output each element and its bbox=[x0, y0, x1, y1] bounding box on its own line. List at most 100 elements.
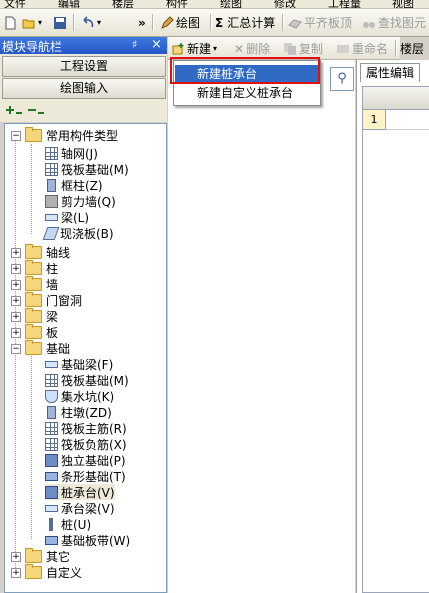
delete-button[interactable]: ✕ 删除 bbox=[234, 39, 270, 58]
new-component-button[interactable]: 新建 ▾ bbox=[171, 39, 217, 58]
beam-icon bbox=[45, 213, 58, 221]
tree-folder-slab[interactable]: 板 bbox=[25, 323, 58, 340]
toolbar-overflow-chevron[interactable]: » bbox=[138, 13, 146, 32]
menu-edit[interactable]: 编辑 bbox=[58, 0, 80, 8]
collapse-all-icon[interactable] bbox=[28, 105, 44, 117]
tree-item-foundation-beam[interactable]: 基础梁(F) bbox=[45, 356, 113, 372]
undo-button[interactable]: ▾ bbox=[81, 13, 101, 32]
tree-item-column-pier[interactable]: 柱墩(ZD) bbox=[45, 404, 112, 420]
isolated-foundation-icon bbox=[45, 453, 58, 467]
search-icon[interactable]: ⚲ bbox=[330, 67, 354, 91]
new-file-button[interactable] bbox=[3, 13, 19, 32]
folder-icon bbox=[25, 275, 42, 291]
menu-file[interactable]: 文件 bbox=[4, 0, 26, 8]
folder-icon bbox=[25, 259, 42, 275]
tree-folder-column[interactable]: 柱 bbox=[25, 259, 58, 276]
expand-toggle[interactable]: + bbox=[11, 248, 21, 258]
annotation-highlight-box bbox=[170, 57, 320, 84]
folder-open-icon bbox=[25, 339, 42, 355]
flatten-slab-top-button[interactable]: 平齐板顶 bbox=[288, 13, 352, 32]
tree-item-raft-negative-rebar[interactable]: 筏板负筋(X) bbox=[45, 436, 127, 452]
tree-item-raft-foundation[interactable]: 筏板基础(M) bbox=[45, 161, 129, 177]
slab-icon bbox=[42, 226, 60, 240]
tree-item-cast-slab[interactable]: 现浇板(B) bbox=[42, 225, 114, 241]
expand-toggle[interactable]: + bbox=[11, 296, 21, 306]
expand-toggle[interactable]: + bbox=[11, 264, 21, 274]
floor-button[interactable]: 楼层 bbox=[400, 39, 424, 58]
menu-modify[interactable]: 修改 bbox=[274, 0, 296, 8]
pile-icon bbox=[49, 517, 53, 531]
menu-component[interactable]: 构件 bbox=[166, 0, 188, 8]
expand-toggle[interactable]: + bbox=[11, 312, 21, 322]
main-rebar-icon bbox=[45, 421, 58, 435]
tree-item-axis-grid[interactable]: 轴网(J) bbox=[45, 145, 98, 161]
expand-toggle[interactable]: + bbox=[11, 280, 21, 290]
tree-item-strip-foundation[interactable]: 条形基础(T) bbox=[45, 468, 126, 484]
draw-button[interactable]: 绘图 bbox=[160, 13, 200, 32]
row-number: 1 bbox=[363, 110, 386, 130]
tree-folder-custom[interactable]: 自定义 bbox=[25, 563, 82, 580]
tree-item-shear-wall[interactable]: 剪力墙(Q) bbox=[45, 193, 116, 209]
tree-folder-other[interactable]: 其它 bbox=[25, 547, 70, 564]
raft-foundation-icon bbox=[45, 162, 58, 176]
menu-item-new-custom-pile-cap[interactable]: 新建自定义桩承台 bbox=[175, 84, 319, 103]
menu-floor[interactable]: 楼层 bbox=[112, 0, 134, 8]
tab-properties-edit[interactable]: 属性编辑 bbox=[360, 63, 420, 82]
menu-view[interactable]: 视图 bbox=[392, 0, 414, 8]
folder-icon bbox=[25, 323, 42, 339]
main-toolbar: ▾ ▾ » 绘图 Σ 汇总计算 平齐板顶 查找图元 bbox=[0, 9, 429, 37]
tree-item-raft-foundation-2[interactable]: 筏板基础(M) bbox=[45, 372, 129, 388]
menubar: 文件 编辑 楼层 构件 绘图 修改 工程量 视图 bbox=[0, 0, 429, 9]
property-cell[interactable] bbox=[386, 110, 429, 130]
binoculars-icon bbox=[363, 21, 375, 28]
flatten-slab-icon bbox=[288, 18, 302, 29]
tree-item-raft-main-rebar[interactable]: 筏板主筋(R) bbox=[45, 420, 127, 436]
tree-item-pile-cap-selected[interactable]: 桩承台(V) bbox=[45, 484, 115, 500]
folder-open-icon bbox=[25, 126, 42, 142]
tree-folder-beam[interactable]: 梁 bbox=[25, 307, 58, 324]
expand-all-icon[interactable] bbox=[6, 105, 22, 117]
tree-item-cap-beam[interactable]: 承台梁(V) bbox=[45, 500, 115, 516]
folder-icon bbox=[25, 563, 42, 579]
sigma-icon: Σ bbox=[215, 15, 224, 30]
open-button[interactable]: ▾ bbox=[22, 13, 42, 32]
tree-item-frame-column[interactable]: 框柱(Z) bbox=[45, 177, 103, 193]
negative-rebar-icon bbox=[45, 437, 58, 451]
rename-button[interactable]: 重命名 bbox=[336, 39, 388, 58]
tree-folder-foundation[interactable]: 基础 bbox=[25, 339, 70, 356]
folder-icon bbox=[25, 307, 42, 323]
drawing-input-button[interactable]: 绘图输入 bbox=[2, 78, 166, 99]
component-list-area[interactable] bbox=[168, 60, 355, 593]
cap-beam-icon bbox=[45, 504, 58, 512]
collapse-common-toggle[interactable]: − bbox=[11, 131, 21, 141]
tree-item-beam[interactable]: 梁(L) bbox=[45, 209, 89, 225]
find-element-button[interactable]: 查找图元 bbox=[362, 13, 426, 32]
copy-icon bbox=[284, 42, 296, 55]
calculate-summary-label: 汇总计算 bbox=[227, 16, 276, 30]
new-file-icon bbox=[5, 16, 16, 29]
tree-item-foundation-slab-band[interactable]: 基础板带(W) bbox=[45, 532, 130, 548]
tree-folder-common[interactable]: 常用构件类型 bbox=[25, 126, 118, 143]
project-settings-button[interactable]: 工程设置 bbox=[2, 56, 166, 77]
collapse-foundation-toggle[interactable]: − bbox=[11, 344, 21, 354]
calculate-summary-button[interactable]: Σ 汇总计算 bbox=[215, 13, 275, 32]
save-button[interactable] bbox=[53, 13, 69, 32]
tree-item-pile[interactable]: 桩(U) bbox=[45, 516, 91, 532]
copy-button[interactable]: 复制 bbox=[283, 39, 323, 58]
menu-draw[interactable]: 绘图 bbox=[220, 0, 242, 8]
tree-item-isolated-foundation[interactable]: 独立基础(P) bbox=[45, 452, 126, 468]
expand-toggle[interactable]: + bbox=[11, 552, 21, 562]
close-icon[interactable]: × bbox=[151, 37, 162, 52]
tree-item-sump-pit[interactable]: 集水坑(K) bbox=[45, 388, 114, 404]
folder-icon bbox=[25, 547, 42, 563]
sump-pit-icon bbox=[45, 389, 58, 403]
tree-folder-wall[interactable]: 墙 bbox=[25, 275, 58, 292]
tree-folder-axis-line[interactable]: 轴线 bbox=[25, 243, 70, 260]
menu-quantity[interactable]: 工程量 bbox=[328, 0, 361, 8]
expand-toggle[interactable]: + bbox=[11, 568, 21, 578]
pin-icon[interactable]: ♯ bbox=[132, 38, 137, 51]
axis-grid-icon bbox=[45, 146, 58, 160]
tree-folder-door-window[interactable]: 门窗洞 bbox=[25, 291, 82, 308]
expand-toggle[interactable]: + bbox=[11, 328, 21, 338]
delete-x-icon: ✕ bbox=[234, 41, 245, 56]
